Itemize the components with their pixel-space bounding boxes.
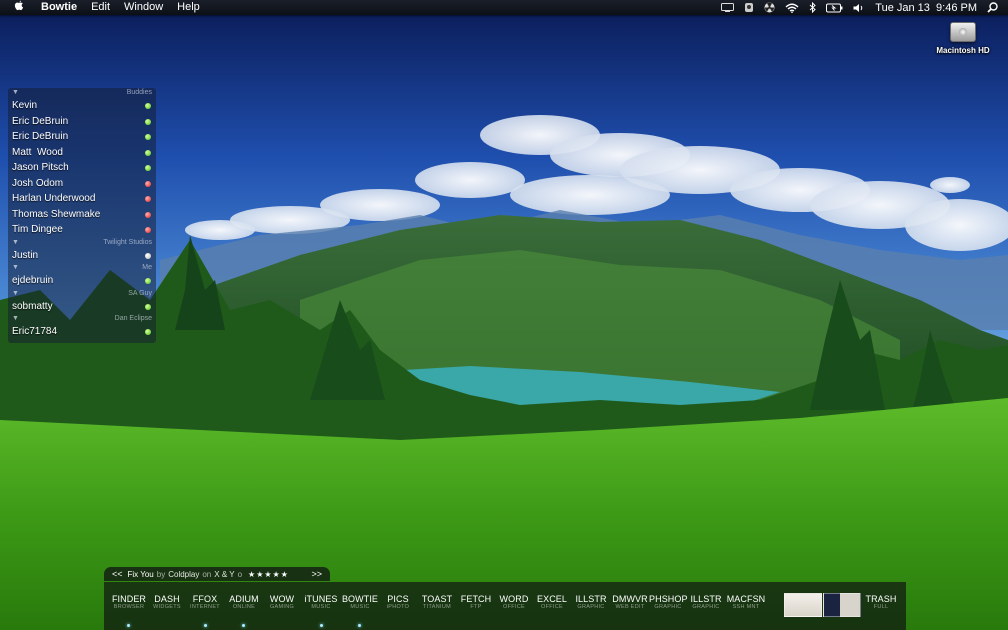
minimized-window-thumbnail[interactable] [823,593,861,617]
on-label: on [202,569,212,579]
dock-item-ffox[interactable]: FFOX INTERNET [187,594,223,611]
buddy-row[interactable]: Thomas Shewmake [8,207,156,223]
dock-item-bowtie[interactable]: BOWTIE MUSIC [341,594,379,611]
buddy-row[interactable]: Josh Odom [8,176,156,192]
dock-item-adium[interactable]: ADIUM ONLINE [226,594,262,611]
buddy-row[interactable]: Eric DeBruin [8,129,156,145]
macintosh-hd-label: Macintosh HD [936,46,990,55]
buddy-row[interactable]: ejdebruin [8,273,156,289]
bluetooth-icon[interactable] [809,2,817,13]
disclosure-triangle-icon: ▼ [12,315,19,322]
track-title: Fix You [127,569,154,579]
running-indicator [242,624,245,627]
now-playing-bar: << Fix You by Coldplay on X & Y o ★★★★★ … [104,567,330,581]
dock: FINDER BROWSER DASH WIDGETS FFOX INTERNET A… [104,582,906,630]
buddy-row[interactable]: Jason Pitsch [8,160,156,176]
wifi-icon[interactable] [785,3,799,13]
status-away-icon [145,196,151,202]
dock-item-toast[interactable]: TOAST TITANIUM [419,594,455,611]
previous-track-button[interactable]: << [112,569,123,579]
dock-item-dash[interactable]: DASH WIDGETS [149,594,185,611]
status-area: Tue Jan 13 9:46 PM [711,0,1008,15]
buddy-row[interactable]: sobmatty [8,299,156,315]
macintosh-hd[interactable]: Macintosh HD [934,22,992,55]
next-track-button[interactable]: >> [311,569,322,579]
apple-menu[interactable] [0,0,34,15]
disclosure-triangle-icon: ▼ [12,289,19,297]
hard-drive-icon [950,22,976,42]
running-indicator [127,624,130,627]
buddy-row[interactable]: Eric DeBruin [8,114,156,130]
group-header-dan-eclipse[interactable]: ▼ Dan Eclipse [8,314,156,324]
status-available-icon [145,303,151,310]
app-name-menu[interactable]: Bowtie [34,0,84,15]
status-available-icon [145,118,151,125]
dock-item-finder[interactable]: FINDER BROWSER [109,594,149,611]
display-icon[interactable] [721,3,735,12]
status-available-icon [145,278,151,284]
status-available-icon [145,134,151,140]
dock-item-pics[interactable]: PICS iPHOTO [380,594,416,611]
status-available-icon [145,103,151,109]
dock-item-fetch[interactable]: FETCH FTP [458,594,494,611]
dock-item-excel[interactable]: EXCEL OFFICE [534,594,570,611]
volume-icon[interactable] [853,3,865,13]
running-indicator [204,624,207,627]
by-label: by [156,569,166,579]
desktop[interactable]: Bowtie Edit Window Help Tue Jan 13 9:46 … [0,0,1008,630]
spotlight-icon[interactable] [987,2,998,13]
menu-window[interactable]: Window [117,0,170,15]
status-available-icon [145,165,151,171]
status-available-icon [145,329,151,335]
status-idle-icon [145,252,151,259]
status-away-icon [145,211,151,218]
track-artist: Coldplay [168,569,200,579]
apple-icon [14,0,24,11]
menu-bar: Bowtie Edit Window Help Tue Jan 13 9:46 … [0,0,1008,15]
menu-edit[interactable]: Edit [84,0,117,15]
buddy-row[interactable]: Harlan Underwood [8,191,156,207]
battery-icon[interactable] [826,3,843,13]
buddy-row[interactable]: Justin [8,248,156,264]
dock-item-dmwvr[interactable]: DMWVR WEB EDIT [611,594,649,611]
dock-item-illstr[interactable]: ILLSTR GRAPHIC [573,594,609,611]
group-header-sa-guy[interactable]: ▼ SA Guy [8,289,156,299]
dock-item-wow[interactable]: WOW GAMING [264,594,300,611]
clock[interactable]: Tue Jan 13 9:46 PM [875,2,977,14]
dock-item-illstr-2[interactable]: ILLSTR GRAPHIC [688,594,724,611]
buddy-row[interactable]: Eric71784 [8,324,156,340]
disclosure-triangle-icon: ▼ [12,264,19,271]
buddy-list: ▼ Buddies Kevin Eric DeBruin Eric DeBruin… [8,88,156,343]
status-away-icon [145,180,151,187]
dock-item-macfsn[interactable]: MACFSN SSH MNT [726,594,766,611]
buddy-row[interactable]: Tim Dingee [8,222,156,238]
dock-item-trash[interactable]: TRASH FULL [861,594,901,611]
disclosure-triangle-icon: ▼ [12,89,19,96]
dock-item-itunes[interactable]: iTUNES MUSIC [303,594,339,611]
track-album: X & Y [214,569,235,579]
star-rating[interactable]: ★★★★★ [248,570,289,579]
running-indicator [358,624,361,627]
group-header-buddies[interactable]: ▼ Buddies [8,88,156,98]
status-available-icon [145,149,151,156]
minimized-window-thumbnail[interactable] [784,593,822,617]
group-header-twilight-studios[interactable]: ▼ Twilight Studios [8,238,156,248]
dock-item-phshop[interactable]: PHSHOP GRAPHIC [649,594,688,611]
group-header-me[interactable]: ▼ Me [8,263,156,273]
running-indicator [320,624,323,627]
user-icon[interactable] [744,2,754,13]
status-away-icon [145,227,151,233]
menu-help[interactable]: Help [170,0,207,15]
disclosure-triangle-icon: ▼ [12,238,19,246]
rating-prefix: o [237,569,243,579]
dock-item-word[interactable]: WORD OFFICE [496,594,532,611]
buddy-row[interactable]: Matt Wood [8,145,156,161]
buddy-row[interactable]: Kevin [8,98,156,114]
radioactive-icon[interactable] [764,2,775,13]
